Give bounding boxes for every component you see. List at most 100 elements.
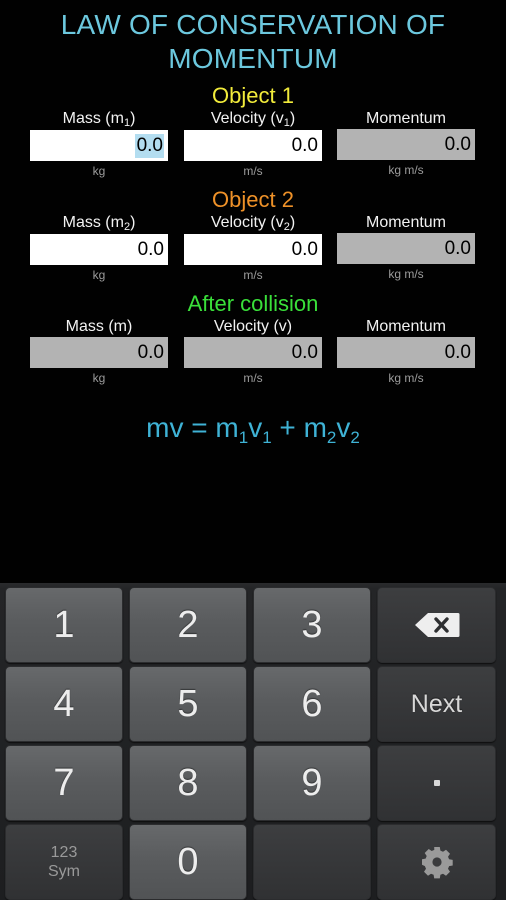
key-settings[interactable] <box>377 824 496 900</box>
key-symbols[interactable]: 123 Sym <box>5 824 123 900</box>
field-column: Momentum 0.0 kg m/s <box>337 109 475 178</box>
key-6[interactable]: 6 <box>253 666 371 742</box>
key-0[interactable]: 0 <box>129 824 247 900</box>
key-label: 0 <box>177 840 199 883</box>
key-space[interactable] <box>253 824 371 900</box>
key-2[interactable]: 2 <box>129 587 247 663</box>
field-label-subscript: 1 <box>123 117 131 129</box>
formula-subscript: 1 <box>262 428 272 447</box>
number-input-field[interactable]: 0.0 <box>184 234 322 265</box>
keyboard-row: 123 Sym 0 <box>5 824 501 900</box>
calculator-form: LAW OF CONSERVATION OF MOMENTUM Object 1… <box>0 0 506 583</box>
field-label-tail: ) <box>130 110 136 127</box>
key-5[interactable]: 5 <box>129 666 247 742</box>
key-label: 1 <box>53 603 75 646</box>
key-next[interactable]: Next <box>377 666 496 742</box>
field-label-subscript: 1 <box>283 117 290 129</box>
field-label-tail: ) <box>289 214 296 231</box>
field-unit: kg <box>92 268 106 282</box>
field-column: Mass (m) 0.0 kg <box>30 317 168 386</box>
field-column: Momentum 0.0 kg m/s <box>337 317 475 386</box>
field-label: Mass (m2) <box>30 213 168 234</box>
field-unit: kg m/s <box>388 267 424 281</box>
key-3[interactable]: 3 <box>253 587 371 663</box>
field-value: 0.0 <box>444 341 471 363</box>
field-unit: kg m/s <box>388 371 424 385</box>
field-row: Mass (m1) 0.0 kg Velocity (v1) 0.0 m/s Momentu… <box>0 109 506 182</box>
key-label: 9 <box>301 761 323 804</box>
field-label: Velocity (v) <box>213 318 293 335</box>
field-unit: kg <box>92 164 106 178</box>
field-label: Momentum <box>365 110 447 127</box>
key-4[interactable]: 4 <box>5 666 123 742</box>
field-row: Mass (m2) 0.0 kg Velocity (v2) 0.0 m/s Momentu… <box>0 213 506 286</box>
field-label: Velocity (v2) <box>184 213 322 234</box>
page-title-line1: LAW OF CONSERVATION OF <box>60 9 446 40</box>
key-label: Next <box>410 689 463 718</box>
field-value: 0.0 <box>291 238 318 260</box>
key-label: 4 <box>53 682 75 725</box>
field-label: Mass (m) <box>65 318 133 335</box>
key-period[interactable] <box>377 745 496 821</box>
key-label: 6 <box>301 682 323 725</box>
number-input-field[interactable]: 0.0 <box>30 234 168 265</box>
field-value: 0.0 <box>137 238 164 260</box>
sections-container: Object 1 Mass (m1) 0.0 kg Velocity (v1) 0.0 m/… <box>0 83 506 390</box>
section-heading-2: Object 2 <box>212 187 294 212</box>
numeric-keyboard: 1 2 3 4 5 6 Next 7 8 9 123 Sym 0 <box>0 583 506 900</box>
field-column: Velocity (v1) 0.0 m/s <box>184 109 322 179</box>
key-7[interactable]: 7 <box>5 745 123 821</box>
readonly-value-field: 0.0 <box>337 337 475 368</box>
formula-part: + m <box>271 412 327 443</box>
period-glyph <box>433 780 440 786</box>
field-label-tail: ) <box>289 110 296 127</box>
key-label: 5 <box>177 682 199 725</box>
field-column: Momentum 0.0 kg m/s <box>337 213 475 282</box>
key-label-bottom: Sym <box>48 863 80 880</box>
app-root: LAW OF CONSERVATION OF MOMENTUM Object 1… <box>0 0 506 900</box>
field-label-text: Velocity (v <box>210 110 284 127</box>
keyboard-row: 1 2 3 <box>5 587 501 663</box>
field-value: 0.0 <box>291 134 318 156</box>
gear-icon <box>421 847 453 879</box>
field-label-subscript: 2 <box>123 221 131 233</box>
field-column: Velocity (v) 0.0 m/s <box>184 317 322 386</box>
section-heading-3: After collision <box>187 291 319 316</box>
field-value: 0.0 <box>444 133 471 155</box>
field-unit: m/s <box>243 164 263 178</box>
formula-part: v <box>248 412 263 443</box>
field-value: 0.0 <box>134 133 164 158</box>
field-value: 0.0 <box>444 237 471 259</box>
field-column: Mass (m1) 0.0 kg <box>30 109 168 179</box>
field-label: Momentum <box>365 318 447 335</box>
key-label: 3 <box>301 603 323 646</box>
field-value: 0.0 <box>137 341 164 363</box>
field-label-tail: ) <box>130 214 136 231</box>
field-label-subscript: 2 <box>283 221 290 233</box>
field-unit: kg m/s <box>388 163 424 177</box>
field-label-text: Mass (m <box>62 110 124 127</box>
field-value: 0.0 <box>291 341 318 363</box>
formula-display: mv = m1v1 + m2v2 <box>0 412 506 448</box>
readonly-value-field: 0.0 <box>337 129 475 160</box>
readonly-value-field: 0.0 <box>337 233 475 264</box>
formula-subscript: 2 <box>326 428 337 447</box>
page-title: LAW OF CONSERVATION OF MOMENTUM <box>0 0 506 76</box>
field-label: Mass (m1) <box>30 109 168 130</box>
field-unit: kg <box>92 371 106 385</box>
key-label: 123 Sym <box>48 843 80 881</box>
number-input-field[interactable]: 0.0 <box>30 130 168 161</box>
formula-subscript: 1 <box>238 428 249 447</box>
number-input-field[interactable]: 0.0 <box>184 130 322 161</box>
field-column: Velocity (v2) 0.0 m/s <box>184 213 322 283</box>
key-backspace[interactable] <box>377 587 496 663</box>
field-label-text: Velocity (v <box>210 214 284 231</box>
formula-subscript: 2 <box>350 428 360 447</box>
field-label-text: Mass (m <box>62 214 124 231</box>
key-1[interactable]: 1 <box>5 587 123 663</box>
formula-part: v <box>336 412 351 443</box>
field-unit: m/s <box>243 371 263 385</box>
field-label: Momentum <box>365 214 447 231</box>
key-8[interactable]: 8 <box>129 745 247 821</box>
key-9[interactable]: 9 <box>253 745 371 821</box>
